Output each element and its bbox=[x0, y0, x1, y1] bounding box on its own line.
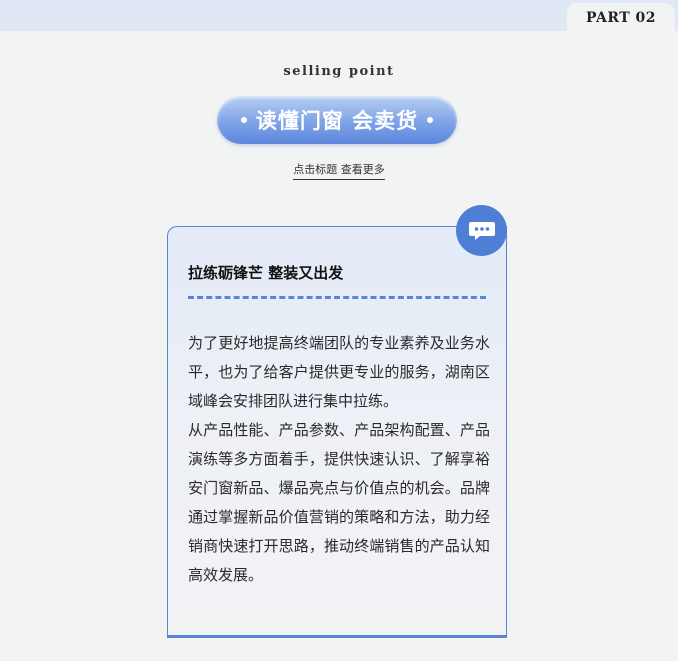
card-title: 拉练砺锋芒 整装又出发 bbox=[188, 264, 344, 282]
article-card: 拉练砺锋芒 整装又出发 为了更好地提高终端团队的专业素养及业务水平，也为了给客户… bbox=[167, 226, 507, 638]
part-label: PART 02 bbox=[585, 10, 657, 26]
section-title: 读懂门窗 会卖货 bbox=[255, 109, 419, 133]
section-eyebrow: selling point bbox=[283, 64, 395, 79]
bullet-dot-icon bbox=[427, 117, 434, 123]
view-more-link[interactable]: 点击标题 查看更多 bbox=[293, 161, 385, 180]
card-body: 为了更好地提高终端团队的专业素养及业务水平，也为了给客户提供更专业的服务，湖南区… bbox=[188, 329, 490, 590]
dashed-divider bbox=[188, 296, 486, 299]
part-label-tab: PART 02 bbox=[567, 3, 675, 33]
section-title-button[interactable]: 读懂门窗 会卖货 bbox=[217, 96, 457, 144]
more-link-row: 点击标题 查看更多 bbox=[0, 158, 678, 180]
chat-bubble-icon bbox=[456, 205, 507, 256]
bullet-dot-icon bbox=[240, 117, 247, 123]
card-paragraph: 为了更好地提高终端团队的专业素养及业务水平，也为了给客户提供更专业的服务，湖南区… bbox=[188, 334, 490, 410]
card-paragraph: 从产品性能、产品参数、产品架构配置、产品演练等多方面着手，提供快速认识、了解享裕… bbox=[188, 421, 490, 584]
